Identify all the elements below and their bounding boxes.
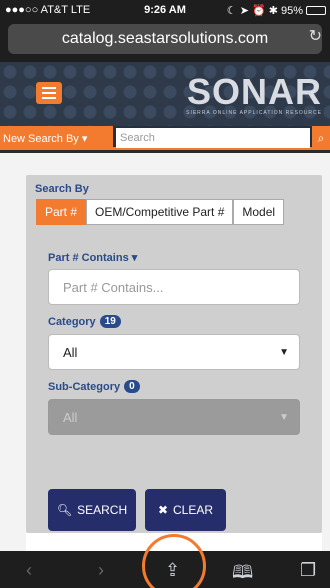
subcategory-value: All — [63, 409, 78, 425]
search-input[interactable]: Search — [116, 128, 310, 148]
category-count-badge: 19 — [99, 315, 121, 328]
reload-icon[interactable]: ↻ — [309, 26, 322, 46]
status-bar: ●●●○○ AT&T LTE 9:26 AM ☾ ➤ ⏰ ✱ 95% — [0, 0, 330, 20]
tab-model[interactable]: Model — [233, 199, 285, 225]
search-bar: New Search By ▾ Search ⌕ — [0, 126, 330, 150]
category-label-row: Category 19 — [48, 315, 121, 328]
subcategory-label: Sub-Category — [48, 380, 121, 393]
next-panel — [26, 533, 322, 551]
category-select[interactable]: All ▼ — [48, 334, 300, 370]
subcategory-label-row: Sub-Category 0 — [48, 380, 140, 393]
close-icon: ✖ — [157, 503, 169, 517]
battery-percent: 95% — [280, 4, 303, 17]
search-go-button[interactable]: ⌕ — [312, 126, 330, 150]
logo-tagline: SIERRA ONLINE APPLICATION RESOURCE — [186, 110, 322, 116]
page-content: Search By Part # OEM/Competitive Part # … — [0, 153, 330, 551]
part-contains-dropdown[interactable]: Part # Contains ▾ — [48, 251, 137, 264]
chevron-down-icon: ▼ — [279, 411, 289, 423]
tabs-icon[interactable]: ❐ — [300, 560, 316, 581]
category-label: Category — [48, 315, 96, 328]
address-bar: catalog.seastarsolutions.com ↻ — [0, 20, 330, 62]
search-panel: Search By Part # OEM/Competitive Part # … — [26, 175, 322, 533]
subcategory-count-badge: 0 — [124, 380, 140, 393]
category-value: All — [63, 344, 78, 360]
sonar-logo[interactable]: SONAR SIERRA ONLINE APPLICATION RESOURCE — [186, 71, 322, 117]
clear-button[interactable]: ✖ CLEAR — [145, 489, 226, 531]
search-icon: 🔍︎ — [56, 503, 73, 517]
tab-oem-competitive[interactable]: OEM/Competitive Part # — [86, 199, 234, 225]
tab-part-number[interactable]: Part # — [36, 199, 87, 225]
status-right: ☾ ➤ ⏰ ✱ 95% — [227, 4, 326, 17]
icons-status: ☾ ➤ ⏰ ✱ — [226, 5, 278, 17]
panel-title: Search By — [35, 183, 89, 195]
browser-toolbar: ‹ › ⇪ 🕮 ❐ — [0, 551, 330, 588]
search-button[interactable]: 🔍︎ SEARCH — [48, 489, 136, 531]
battery-icon — [306, 6, 326, 15]
bookmarks-icon[interactable]: 🕮 — [232, 560, 253, 588]
back-icon[interactable]: ‹ — [26, 560, 32, 581]
site-header: SONAR SIERRA ONLINE APPLICATION RESOURCE — [0, 62, 330, 126]
search-type-tabs: Part # OEM/Competitive Part # Model — [36, 199, 285, 225]
part-number-input[interactable]: Part # Contains... — [48, 269, 300, 305]
forward-icon[interactable]: › — [98, 560, 104, 581]
hamburger-menu-button[interactable] — [36, 82, 62, 104]
logo-wordmark: SONAR — [186, 71, 322, 112]
part-contains-label: Part # Contains ▾ — [48, 252, 138, 264]
clear-button-label: CLEAR — [173, 503, 214, 517]
subcategory-select: All ▼ — [48, 399, 300, 435]
url-field[interactable]: catalog.seastarsolutions.com — [8, 24, 322, 54]
share-icon[interactable]: ⇪ — [165, 560, 180, 581]
url-text: catalog.seastarsolutions.com — [61, 30, 269, 47]
new-search-by-button[interactable]: New Search By ▾ — [0, 126, 113, 150]
chevron-down-icon: ▼ — [279, 346, 289, 358]
search-button-label: SEARCH — [77, 503, 128, 517]
search-icon: ⌕ — [317, 130, 325, 145]
